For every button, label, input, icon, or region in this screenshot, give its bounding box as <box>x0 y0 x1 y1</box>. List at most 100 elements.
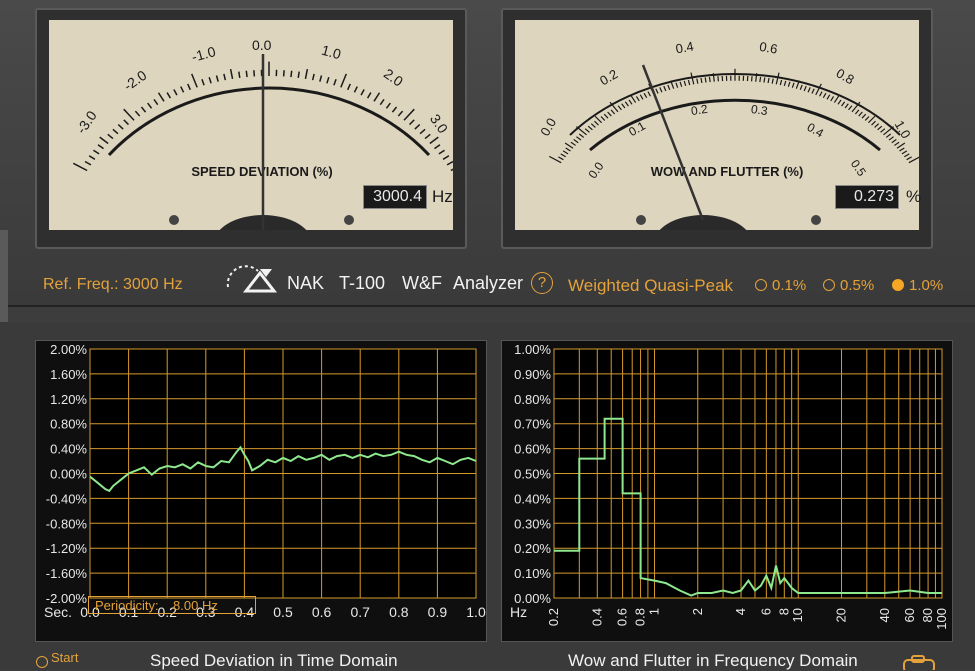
radio-icon <box>755 279 767 291</box>
y-tick-label: 1.00% <box>514 342 551 357</box>
wow-inner-label: 0.5 <box>848 157 869 179</box>
y-tick-label: 2.00% <box>50 342 87 357</box>
speed-scale-label: -2.0 <box>120 67 149 94</box>
y-tick-label: -0.80% <box>46 516 88 531</box>
x-tick-label: 1.0 <box>466 604 486 620</box>
x-unit-label: Sec. <box>44 604 72 620</box>
x-tick-label: 40 <box>877 608 892 622</box>
time-domain-chart: 2.00%1.60%1.20%0.80%0.40%0.00%-0.40%-0.8… <box>35 340 487 642</box>
wow-unit: % <box>906 187 921 207</box>
wow-outer-label: 0.0 <box>537 115 559 138</box>
x-tick-label: 2 <box>690 608 705 615</box>
wow-inner-label: 0.4 <box>805 120 827 141</box>
x-tick-label: 4 <box>733 608 748 615</box>
brand-analyzer: Analyzer <box>453 273 523 294</box>
radio-icon-selected <box>892 279 904 291</box>
y-tick-label: 0.90% <box>514 367 551 382</box>
y-tick-label: 0.80% <box>50 417 87 432</box>
brand-wf: W&F <box>402 273 442 294</box>
radio-icon <box>823 279 835 291</box>
x-tick-label: 60 <box>902 608 917 622</box>
brand-nak: NAK <box>287 273 324 294</box>
y-tick-label: 0.00% <box>50 467 87 482</box>
y-tick-label: 1.20% <box>50 392 87 407</box>
range-option-0.5[interactable]: 0.5% <box>823 277 874 294</box>
y-tick-label: 0.20% <box>514 541 551 556</box>
wow-inner-label: 0.2 <box>690 102 709 118</box>
y-tick-label: 0.60% <box>514 442 551 457</box>
periodicity-label: Periodicity: <box>95 598 159 613</box>
wow-readout: 0.273 <box>835 185 899 209</box>
y-tick-label: -1.20% <box>46 541 88 556</box>
wow-outer-label: 0.8 <box>834 65 857 87</box>
speed-meter-face: -3.0 -2.0 -1.0 0.0 1.0 2.0 3.0 SPEED DEV… <box>49 20 453 230</box>
frequency-domain-caption: Wow and Flutter in Frequency Domain <box>568 651 858 671</box>
x-tick-label: 0.8 <box>633 608 648 626</box>
x-tick-label: 100 <box>934 608 949 630</box>
speed-unit: Hz <box>432 187 453 207</box>
wow-outer-label: 0.4 <box>674 39 694 57</box>
x-tick-label: 0.6 <box>312 604 332 620</box>
range-option-0.1[interactable]: 0.1% <box>755 277 806 294</box>
x-tick-label: 80 <box>920 608 935 622</box>
tape-speed-icon <box>222 263 278 295</box>
x-tick-label: 0.2 <box>546 608 561 626</box>
periodicity-box: Periodicity: 8.00 Hz <box>88 596 256 614</box>
y-tick-label: 0.10% <box>514 566 551 581</box>
start-button[interactable]: Start <box>36 650 78 668</box>
speed-scale-label: 2.0 <box>381 65 406 89</box>
range-label: 0.1% <box>772 277 806 294</box>
ref-freq-label: Ref. Freq.: 3000 Hz <box>43 276 183 294</box>
speed-readout: 3000.4 <box>363 185 427 209</box>
speed-scale-label: -1.0 <box>190 43 218 65</box>
brand-model: T-100 <box>339 273 385 294</box>
x-tick-label: 0.9 <box>428 604 448 620</box>
wow-meter: 0.0 0.2 0.4 0.6 0.8 1.0 0.0 0.1 0.2 0.3 … <box>501 8 933 249</box>
y-tick-label: 1.60% <box>50 367 87 382</box>
y-tick-label: -1.60% <box>46 566 88 581</box>
y-tick-label: 0.70% <box>514 417 551 432</box>
y-tick-label: 0.30% <box>514 516 551 531</box>
speed-scale-label: 3.0 <box>427 111 451 136</box>
wow-inner-label: 0.1 <box>626 118 648 139</box>
wow-meter-face: 0.0 0.2 0.4 0.6 0.8 1.0 0.0 0.1 0.2 0.3 … <box>515 20 919 230</box>
speed-scale-label: 0.0 <box>252 37 272 53</box>
camera-icon[interactable] <box>902 654 942 670</box>
y-tick-label: 0.40% <box>514 491 551 506</box>
x-tick-label: 20 <box>834 608 849 622</box>
start-label: Start <box>51 650 78 665</box>
y-tick-label: 0.50% <box>514 467 551 482</box>
graphs-panel: 2.00%1.60%1.20%0.80%0.40%0.00%-0.40%-0.8… <box>0 322 975 670</box>
range-label: 0.5% <box>840 277 874 294</box>
x-tick-label: 8 <box>776 608 791 615</box>
wow-meter-title: WOW AND FLUTTER (%) <box>651 164 804 179</box>
periodicity-value: 8.00 Hz <box>173 598 218 613</box>
x-unit-label: Hz <box>510 604 527 620</box>
help-button[interactable]: ? <box>531 272 553 294</box>
x-tick-label: 1 <box>646 608 661 615</box>
speed-meter: -3.0 -2.0 -1.0 0.0 1.0 2.0 3.0 SPEED DEV… <box>35 8 467 249</box>
meters-panel: -3.0 -2.0 -1.0 0.0 1.0 2.0 3.0 SPEED DEV… <box>0 0 975 307</box>
mode-label[interactable]: Weighted Quasi-Peak <box>568 276 733 296</box>
frequency-domain-chart: 1.00% 0.90% 0.80% 0.70% 0.60% 0.50% 0.40% 0.30%… <box>501 340 953 642</box>
range-option-1.0[interactable]: 1.0% <box>892 277 943 294</box>
y-tick-label: 0.80% <box>514 392 551 407</box>
range-label: 1.0% <box>909 277 943 294</box>
x-tick-label: 10 <box>790 608 805 622</box>
x-tick-label: 6 <box>758 608 773 615</box>
x-tick-label: 0.6 <box>615 608 630 626</box>
frequency-domain-plot: 1.00% 0.90% 0.80% 0.70% 0.60% 0.50% 0.40% 0.30%… <box>502 341 952 641</box>
speed-scale-label: 1.0 <box>320 42 343 63</box>
x-tick-label: 0.7 <box>350 604 370 620</box>
speed-scale-label: -3.0 <box>73 108 100 137</box>
x-tick-label: 0.8 <box>389 604 409 620</box>
wow-inner-label: 0.0 <box>585 159 606 181</box>
wow-outer-label: 0.6 <box>758 39 778 57</box>
help-icon: ? <box>538 274 546 291</box>
wow-outer-label: 0.2 <box>597 66 620 88</box>
time-domain-caption: Speed Deviation in Time Domain <box>150 651 398 671</box>
x-tick-label: 0.4 <box>589 608 604 626</box>
wow-inner-label: 0.3 <box>750 102 769 118</box>
x-tick-label: 0.5 <box>273 604 293 620</box>
start-icon <box>36 656 48 668</box>
